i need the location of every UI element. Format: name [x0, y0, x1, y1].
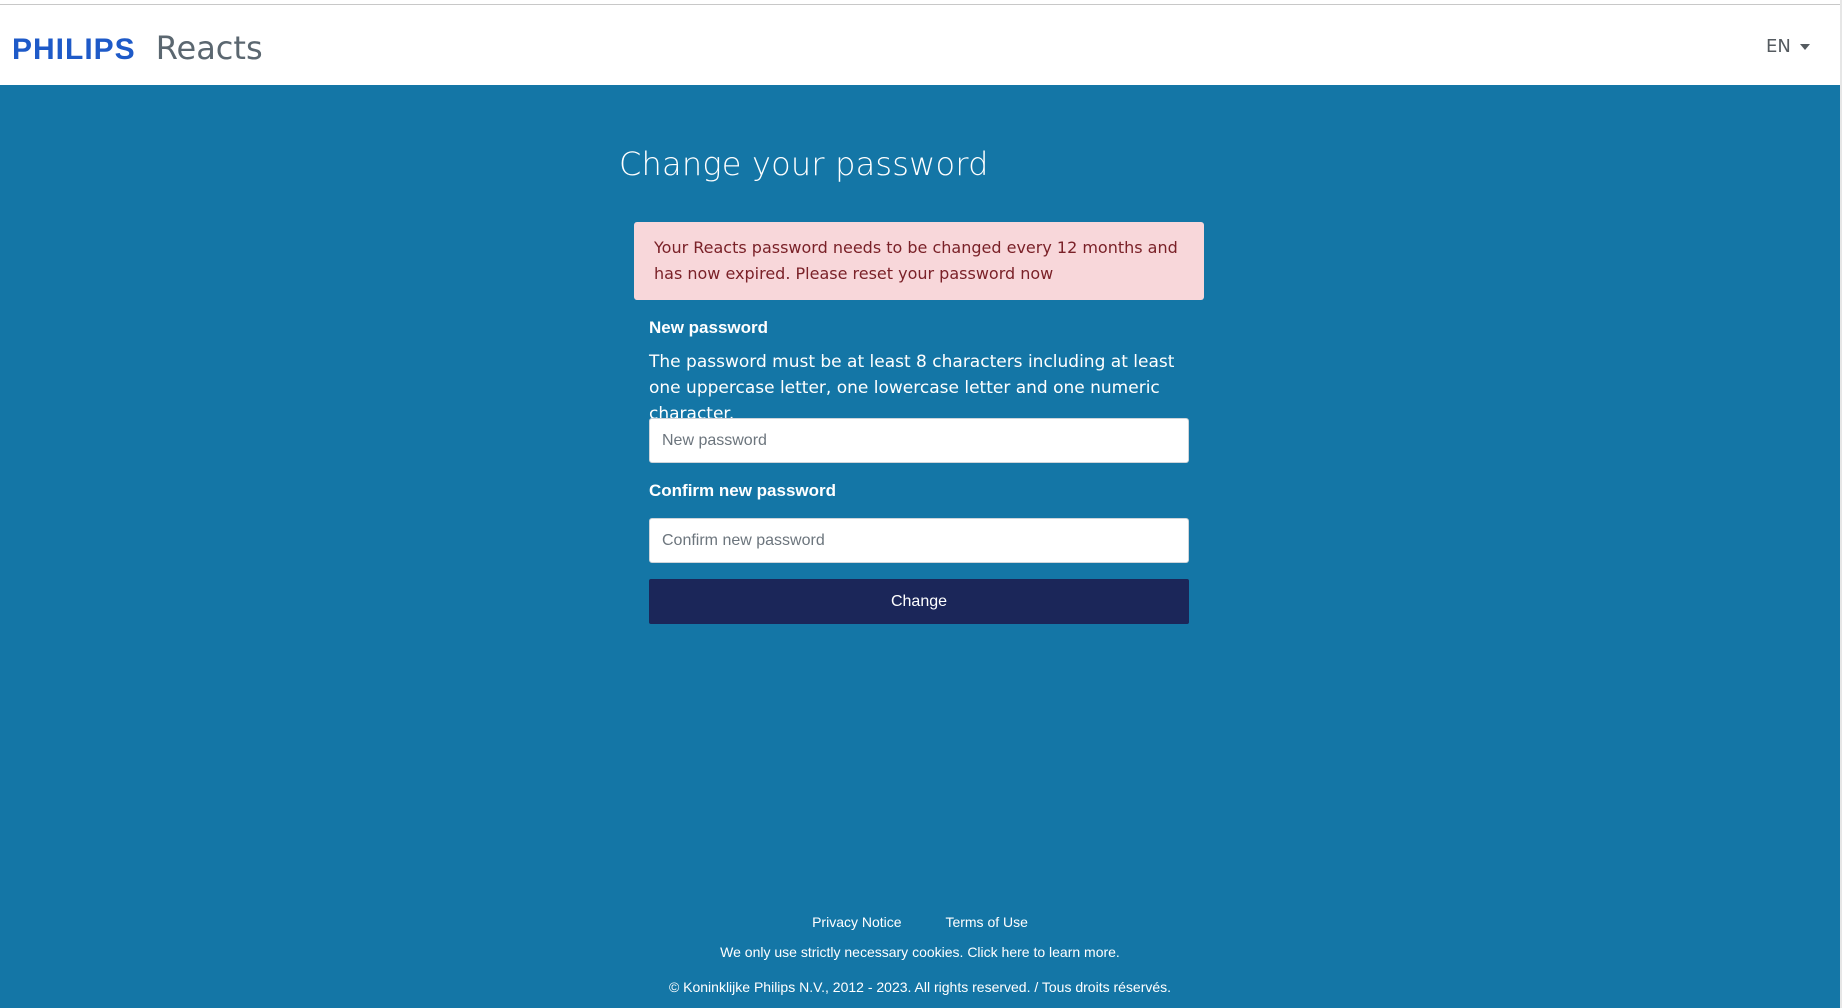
password-requirements-text: The password must be at least 8 characte… [649, 352, 1175, 424]
language-selector[interactable]: EN [1766, 36, 1810, 57]
brand[interactable]: PHILIPS Reacts [12, 29, 263, 67]
change-button[interactable]: Change [649, 579, 1189, 624]
privacy-notice-link[interactable]: Privacy Notice [812, 914, 901, 930]
page-title: Change your password [619, 145, 989, 183]
confirm-password-label: Confirm new password [649, 481, 837, 500]
main-content: Change your password Your Reacts passwor… [0, 85, 1840, 1008]
page: PHILIPS Reacts EN Change your password Y… [0, 0, 1842, 1008]
language-label: EN [1766, 36, 1791, 57]
footer-links: Privacy Notice Terms of Use [0, 914, 1840, 930]
caret-down-icon [1799, 43, 1810, 50]
new-password-input[interactable] [649, 418, 1189, 463]
philips-logo: PHILIPS [12, 33, 136, 66]
terms-of-use-link[interactable]: Terms of Use [945, 914, 1027, 930]
cookie-notice-link[interactable]: We only use strictly necessary cookies. … [0, 944, 1840, 960]
password-expired-alert: Your Reacts password needs to be changed… [634, 222, 1204, 300]
copyright-text: © Koninklijke Philips N.V., 2012 - 2023.… [668, 979, 1172, 995]
header: PHILIPS Reacts EN [0, 5, 1842, 85]
app-name: Reacts [155, 29, 263, 67]
new-password-label: New password [649, 318, 769, 337]
confirm-password-input[interactable] [649, 518, 1189, 563]
